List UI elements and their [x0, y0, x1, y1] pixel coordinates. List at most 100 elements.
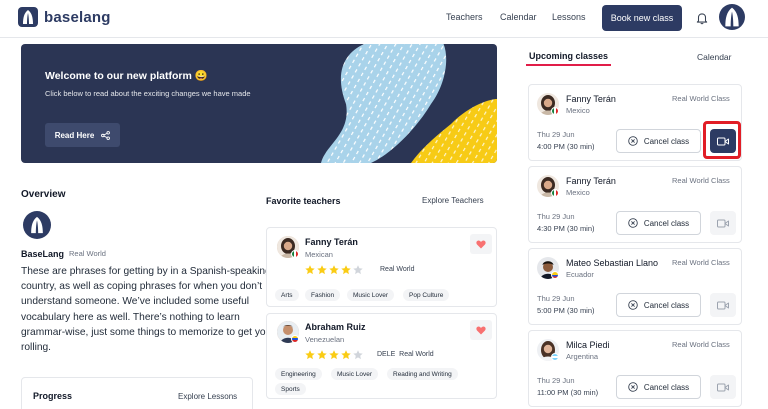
- star-icon: [317, 265, 327, 275]
- class-date: Thu 29 Jun: [537, 294, 575, 303]
- star-icon: [329, 265, 339, 275]
- course-name: BaseLang: [21, 249, 65, 259]
- mexico-flag-icon: [291, 250, 299, 258]
- argentina-flag-icon: [551, 353, 559, 361]
- read-here-label: Read Here: [54, 130, 95, 140]
- star-icon: [305, 265, 315, 275]
- class-date: Thu 29 Jun: [537, 212, 575, 221]
- highlight-box: [703, 121, 741, 159]
- video-camera-icon: [717, 383, 729, 391]
- tab-calendar[interactable]: Calendar: [697, 52, 732, 62]
- class-type: Real World Class: [672, 94, 730, 103]
- rating-stars: [305, 265, 363, 275]
- heart-icon: [476, 240, 486, 248]
- join-video-button[interactable]: [710, 211, 736, 235]
- cancel-class-button[interactable]: Cancel class: [616, 211, 701, 235]
- video-camera-icon: [717, 301, 729, 309]
- class-date: Thu 29 Jun: [537, 130, 575, 139]
- cancel-circle-icon: [628, 300, 638, 310]
- star-icon: [341, 350, 351, 360]
- interest-tag: Engineering: [275, 368, 322, 380]
- star-empty-icon: [353, 350, 363, 360]
- course-description: These are phrases for getting by in a Sp…: [21, 266, 272, 354]
- ecuador-flag-icon: [551, 271, 559, 279]
- heart-icon: [476, 326, 486, 334]
- teacher-card[interactable]: Fanny Terán Mexican Real World Arts Fash…: [266, 227, 497, 307]
- favorite-teachers-title: Favorite teachers: [266, 196, 341, 206]
- course-subtitle: Real World: [69, 249, 106, 258]
- explore-lessons-link[interactable]: Explore Lessons: [178, 392, 237, 401]
- join-video-button[interactable]: [710, 375, 736, 399]
- class-time: 4:30 PM (30 min): [537, 224, 595, 233]
- video-camera-icon: [717, 219, 729, 227]
- teacher-badges: Real World: [380, 266, 415, 273]
- star-icon: [305, 350, 315, 360]
- class-card: Milca Piedi Argentina Real World Class T…: [528, 330, 742, 407]
- cancel-circle-icon: [628, 136, 638, 146]
- class-time: 5:00 PM (30 min): [537, 306, 595, 315]
- class-teacher-country: Argentina: [566, 352, 599, 361]
- teacher-nationality: Mexican: [305, 250, 333, 259]
- banner-text: Click below to read about the exciting c…: [45, 89, 251, 98]
- class-teacher-name: Fanny Terán: [566, 176, 616, 186]
- favorite-heart-button[interactable]: [470, 320, 492, 340]
- brand-name: baselang: [44, 8, 111, 26]
- nav-teachers[interactable]: Teachers: [446, 12, 483, 22]
- teacher-name: Fanny Terán: [305, 237, 358, 247]
- progress-title: Progress: [33, 391, 73, 401]
- interest-tag: Reading and Writing: [387, 368, 458, 380]
- interest-tag: Pop Culture: [403, 289, 450, 301]
- star-icon: [317, 350, 327, 360]
- join-video-button[interactable]: [710, 293, 736, 317]
- cancel-class-label: Cancel class: [643, 382, 690, 392]
- overview-title: Overview: [21, 189, 66, 200]
- teacher-name: Abraham Ruiz: [305, 322, 366, 332]
- teacher-badges: DELE Real World: [377, 351, 434, 358]
- class-type: Real World Class: [672, 340, 730, 349]
- baselang-logo-icon: [18, 7, 38, 27]
- active-tab-underline: [526, 64, 611, 66]
- interest-tag: Music Lover: [347, 289, 395, 301]
- interest-tag: Sports: [275, 383, 306, 395]
- read-here-button[interactable]: Read Here: [45, 123, 120, 147]
- cancel-class-label: Cancel class: [643, 300, 690, 310]
- cancel-class-button[interactable]: Cancel class: [616, 375, 701, 399]
- nav-calendar[interactable]: Calendar: [500, 12, 537, 22]
- cancel-circle-icon: [628, 218, 638, 228]
- cancel-circle-icon: [628, 382, 638, 392]
- class-time: 11:00 PM (30 min): [537, 388, 599, 397]
- bell-icon[interactable]: [695, 11, 709, 25]
- mexico-flag-icon: [551, 189, 559, 197]
- tab-upcoming-classes[interactable]: Upcoming classes: [529, 51, 608, 61]
- interest-tag: Music Lover: [331, 368, 379, 380]
- class-card: Mateo Sebastian Llano Ecuador Real World…: [528, 248, 742, 325]
- brand[interactable]: baselang: [18, 7, 111, 27]
- user-avatar[interactable]: [719, 4, 745, 30]
- mexico-flag-icon: [551, 107, 559, 115]
- class-card: Fanny Terán Mexico Real World Class Thu …: [528, 166, 742, 243]
- favorite-heart-button[interactable]: [470, 234, 492, 254]
- class-time: 4:00 PM (30 min): [537, 142, 595, 151]
- explore-teachers-link[interactable]: Explore Teachers: [422, 196, 484, 205]
- top-nav-bar: baselang Teachers Calendar Lessons Book …: [0, 0, 768, 38]
- book-new-class-button[interactable]: Book new class: [602, 5, 682, 31]
- welcome-banner: Welcome to our new platform 😀 Click belo…: [21, 44, 497, 163]
- star-icon: [329, 350, 339, 360]
- class-teacher-country: Mexico: [566, 106, 590, 115]
- interest-tag: Arts: [275, 289, 299, 301]
- star-icon: [341, 265, 351, 275]
- cancel-class-label: Cancel class: [643, 136, 690, 146]
- progress-card: Progress Explore Lessons: [21, 377, 253, 409]
- class-teacher-country: Ecuador: [566, 270, 594, 279]
- class-teacher-name: Milca Piedi: [566, 340, 610, 350]
- class-type: Real World Class: [672, 258, 730, 267]
- baselang-course-icon: [23, 211, 51, 239]
- venezuela-flag-icon: [291, 335, 299, 343]
- cancel-class-button[interactable]: Cancel class: [616, 129, 701, 153]
- banner-title: Welcome to our new platform 😀: [45, 70, 208, 82]
- class-type: Real World Class: [672, 176, 730, 185]
- class-teacher-name: Mateo Sebastian Llano: [566, 258, 659, 268]
- cancel-class-button[interactable]: Cancel class: [616, 293, 701, 317]
- teacher-card[interactable]: Abraham Ruiz Venezuelan DELE Real World …: [266, 313, 497, 399]
- nav-lessons[interactable]: Lessons: [552, 12, 586, 22]
